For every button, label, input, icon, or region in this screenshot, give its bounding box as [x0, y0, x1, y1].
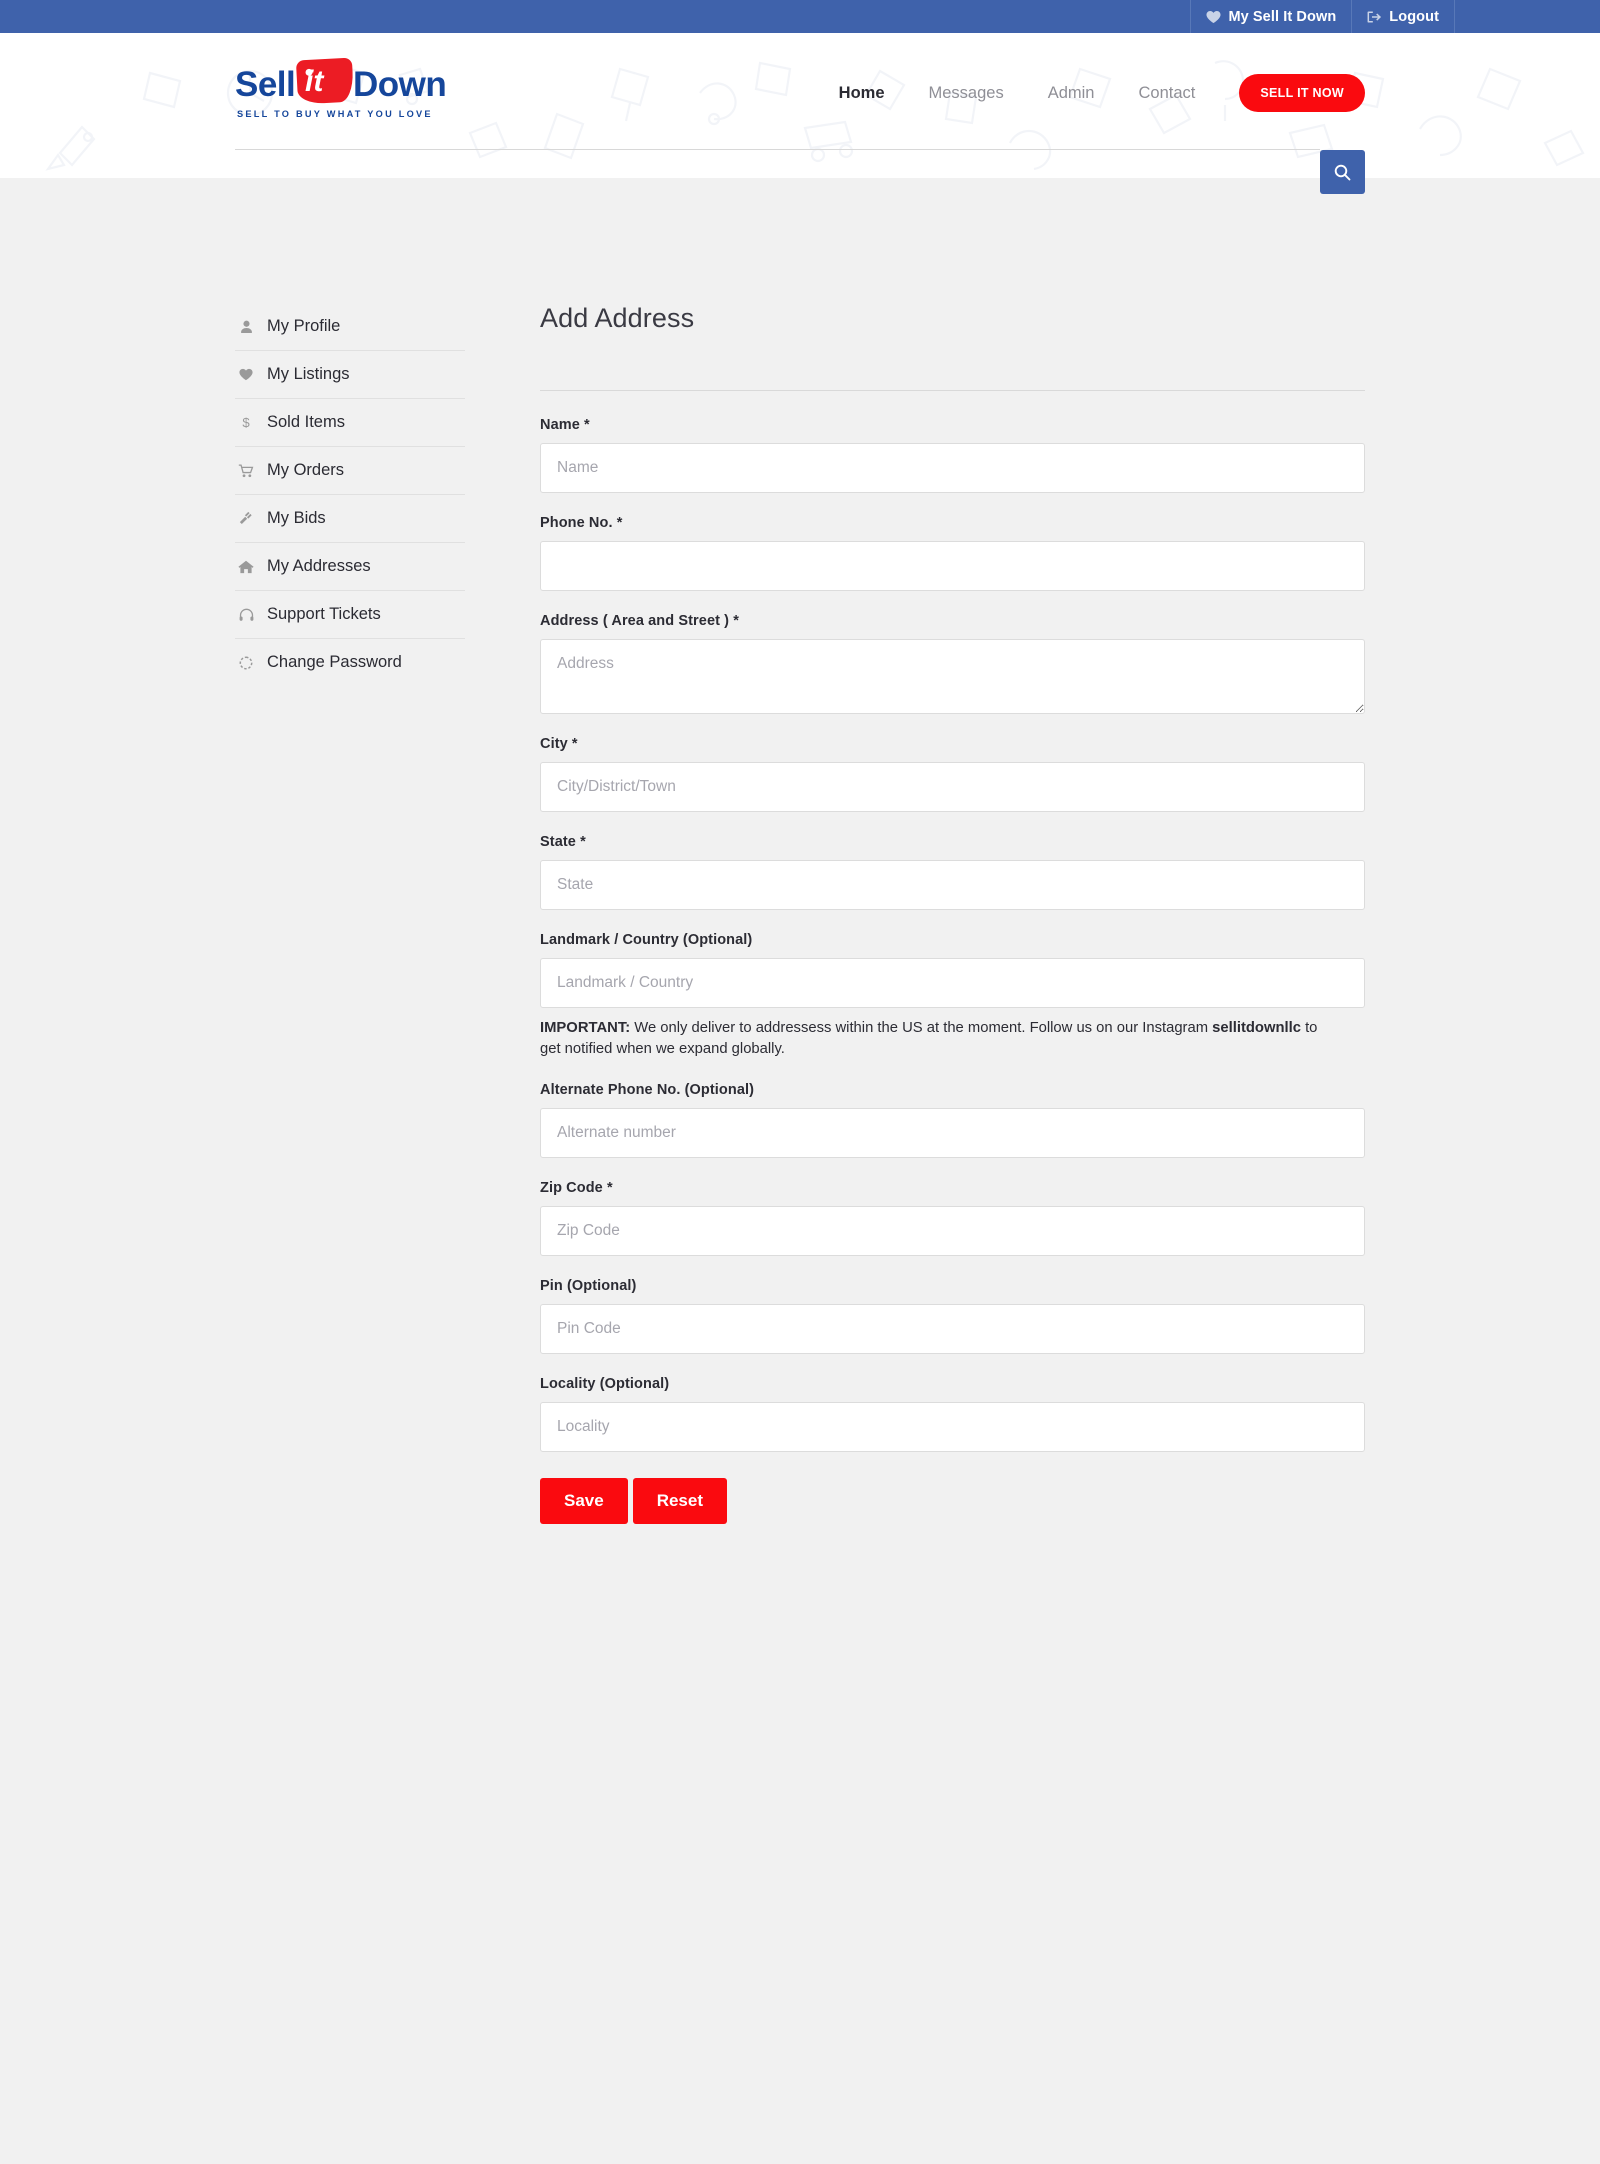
phone-input[interactable]	[540, 541, 1365, 591]
logo-word-sell: Sell	[235, 65, 296, 104]
landmark-input[interactable]	[540, 958, 1365, 1008]
cart-icon	[238, 463, 254, 478]
svg-text:$: $	[242, 415, 250, 430]
page-bottom-spacer	[0, 1524, 1600, 2164]
form-actions: Save Reset	[540, 1478, 1365, 1524]
field-label: Pin (Optional)	[540, 1278, 637, 1294]
topbar-item-my-sell-it-down[interactable]: My Sell It Down	[1190, 0, 1351, 33]
note-text-before: We only deliver to addressess within the…	[630, 1020, 1213, 1036]
search-input[interactable]	[235, 149, 1320, 194]
logo-word-it: it	[305, 65, 324, 98]
topbar-item-logout[interactable]: Logout	[1351, 0, 1455, 33]
sidebar-item-label: Sold Items	[267, 413, 345, 431]
search-icon	[1334, 164, 1351, 181]
field-label: State *	[540, 834, 586, 850]
search-button[interactable]	[1320, 150, 1365, 194]
logo-tagline: SELL TO BUY WHAT YOU LOVE	[237, 109, 433, 119]
page-root: My Sell It Down Logout Sell it Down SELL…	[0, 0, 1600, 2164]
gavel-icon	[238, 511, 254, 526]
top-utility-bar: My Sell It Down Logout	[0, 0, 1600, 33]
alternate-phone-input[interactable]	[540, 1108, 1365, 1158]
logout-icon	[1367, 10, 1382, 24]
address-form-panel: Add Address Name * Phone No. * Address (…	[493, 303, 1365, 1524]
sidebar-item-my-profile[interactable]: My Profile	[235, 303, 465, 351]
field-label: City *	[540, 736, 578, 752]
save-button[interactable]: Save	[540, 1478, 628, 1524]
sidebar-item-label: My Profile	[267, 317, 341, 335]
field-locality: Locality (Optional)	[540, 1376, 1365, 1452]
nav-link-contact[interactable]: Contact	[1117, 84, 1218, 103]
nav-link-messages[interactable]: Messages	[907, 84, 1026, 103]
site-header: Sell it Down SELL TO BUY WHAT YOU LOVE H…	[0, 33, 1600, 233]
field-label: Landmark / Country (Optional)	[540, 932, 753, 948]
topbar-item-label: My Sell It Down	[1228, 8, 1337, 25]
note-lead: IMPORTANT:	[540, 1020, 631, 1036]
name-input[interactable]	[540, 443, 1365, 493]
sidebar-item-label: Change Password	[267, 653, 402, 671]
field-state: State *	[540, 834, 1365, 910]
note-instagram-handle: sellitdownllc	[1212, 1020, 1301, 1036]
topbar-item-label: Logout	[1389, 8, 1439, 25]
home-icon	[238, 560, 254, 574]
heart-icon	[1206, 10, 1221, 24]
field-city: City *	[540, 736, 1365, 812]
state-input[interactable]	[540, 860, 1365, 910]
field-pin: Pin (Optional)	[540, 1278, 1365, 1354]
heart-icon	[238, 368, 254, 381]
nav-link-admin[interactable]: Admin	[1026, 84, 1117, 103]
sidebar-item-my-bids[interactable]: My Bids	[235, 495, 465, 543]
city-input[interactable]	[540, 762, 1365, 812]
sidebar-item-change-password[interactable]: Change Password	[235, 639, 465, 686]
field-landmark: Landmark / Country (Optional) IMPORTANT:…	[540, 932, 1365, 1060]
account-sidebar: My Profile My Listings $ Sold Items My O…	[235, 303, 493, 686]
site-logo[interactable]: Sell it Down SELL TO BUY WHAT YOU LOVE	[235, 57, 447, 125]
field-label: Alternate Phone No. (Optional)	[540, 1082, 755, 1098]
delivery-note: IMPORTANT: We only deliver to addressess…	[540, 1018, 1340, 1060]
zip-code-input[interactable]	[540, 1206, 1365, 1256]
refresh-icon	[238, 656, 254, 670]
sidebar-item-support-tickets[interactable]: Support Tickets	[235, 591, 465, 639]
sidebar-item-my-orders[interactable]: My Orders	[235, 447, 465, 495]
sidebar-item-my-listings[interactable]: My Listings	[235, 351, 465, 399]
sidebar-item-label: My Addresses	[267, 557, 371, 575]
page-title: Add Address	[540, 303, 695, 333]
locality-input[interactable]	[540, 1402, 1365, 1452]
field-name: Name *	[540, 417, 1365, 493]
field-alternate-phone: Alternate Phone No. (Optional)	[540, 1082, 1365, 1158]
field-label: Locality (Optional)	[540, 1376, 670, 1392]
main-nav: Home Messages Admin Contact SELL IT NOW	[817, 74, 1365, 112]
field-label: Name *	[540, 417, 590, 433]
logo-word-down: Down	[353, 65, 447, 104]
sidebar-item-label: My Listings	[267, 365, 350, 383]
address-textarea[interactable]	[540, 639, 1365, 714]
field-label: Address ( Area and Street ) *	[540, 613, 739, 629]
nav-link-home[interactable]: Home	[817, 84, 907, 103]
sell-it-now-button[interactable]: SELL IT NOW	[1239, 74, 1365, 112]
title-divider	[540, 390, 1365, 391]
reset-button[interactable]: Reset	[632, 1478, 728, 1524]
field-zip-code: Zip Code *	[540, 1180, 1365, 1256]
sidebar-item-label: My Bids	[267, 509, 326, 527]
pin-input[interactable]	[540, 1304, 1365, 1354]
sidebar-item-my-addresses[interactable]: My Addresses	[235, 543, 465, 591]
field-phone: Phone No. *	[540, 515, 1365, 591]
search-bar	[235, 149, 1365, 194]
content-area: My Profile My Listings $ Sold Items My O…	[235, 233, 1365, 1524]
sidebar-item-label: My Orders	[267, 461, 345, 479]
field-label: Phone No. *	[540, 515, 623, 531]
user-icon	[238, 320, 254, 334]
dollar-icon: $	[238, 415, 254, 430]
sidebar-item-sold-items[interactable]: $ Sold Items	[235, 399, 465, 447]
field-label: Zip Code *	[540, 1180, 613, 1196]
headset-icon	[238, 608, 254, 622]
sidebar-item-label: Support Tickets	[267, 605, 381, 623]
field-address: Address ( Area and Street ) *	[540, 613, 1365, 714]
